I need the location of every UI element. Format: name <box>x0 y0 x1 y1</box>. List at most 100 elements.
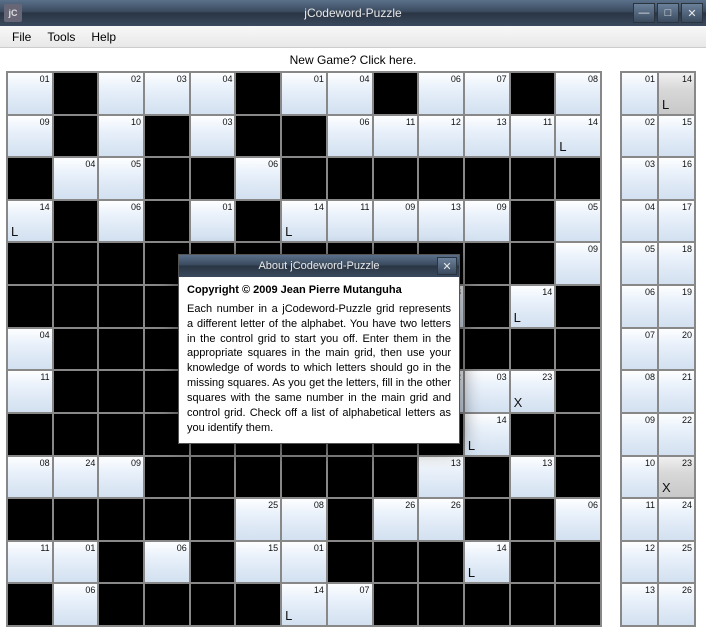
menu-help[interactable]: Help <box>83 28 124 46</box>
puzzle-cell[interactable]: 09 <box>555 242 601 285</box>
control-cell[interactable]: 01 <box>621 72 658 115</box>
puzzle-cell[interactable]: 06 <box>555 498 601 541</box>
puzzle-cell[interactable]: 06 <box>144 541 190 584</box>
puzzle-cell[interactable]: 06 <box>418 72 464 115</box>
menu-file[interactable]: File <box>4 28 39 46</box>
cell-letter: L <box>468 565 475 580</box>
puzzle-cell[interactable]: 01 <box>281 541 327 584</box>
puzzle-cell[interactable]: 13 <box>418 456 464 499</box>
control-cell[interactable]: 03 <box>621 157 658 200</box>
puzzle-cell[interactable]: 13 <box>510 456 556 499</box>
control-cell[interactable]: 25 <box>658 541 695 584</box>
puzzle-cell[interactable]: 11 <box>327 200 373 243</box>
puzzle-cell[interactable]: 09 <box>98 456 144 499</box>
control-cell[interactable]: 10 <box>621 456 658 499</box>
control-cell[interactable]: 15 <box>658 115 695 158</box>
puzzle-cell[interactable]: 23X <box>510 370 556 413</box>
black-cell <box>510 541 556 584</box>
puzzle-cell[interactable]: 13 <box>464 115 510 158</box>
control-cell[interactable]: 04 <box>621 200 658 243</box>
puzzle-cell[interactable]: 01 <box>281 72 327 115</box>
control-cell[interactable]: 14L <box>658 72 695 115</box>
black-cell <box>98 285 144 328</box>
puzzle-cell[interactable]: 08 <box>555 72 601 115</box>
puzzle-cell[interactable]: 09 <box>464 200 510 243</box>
control-cell[interactable]: 09 <box>621 413 658 456</box>
control-cell[interactable]: 18 <box>658 242 695 285</box>
puzzle-cell[interactable]: 14L <box>464 413 510 456</box>
puzzle-cell[interactable]: 25 <box>235 498 281 541</box>
puzzle-cell[interactable]: 06 <box>98 200 144 243</box>
cell-number: 05 <box>645 244 655 254</box>
menu-tools[interactable]: Tools <box>39 28 83 46</box>
close-button[interactable]: ✕ <box>681 3 703 23</box>
puzzle-cell[interactable]: 03 <box>190 115 236 158</box>
control-cell[interactable]: 06 <box>621 285 658 328</box>
cell-number: 01 <box>314 543 324 553</box>
puzzle-cell[interactable]: 05 <box>555 200 601 243</box>
control-cell[interactable]: 22 <box>658 413 695 456</box>
about-title: About jCodeword-Puzzle <box>258 260 379 272</box>
control-cell[interactable]: 16 <box>658 157 695 200</box>
puzzle-cell[interactable]: 11 <box>7 541 53 584</box>
puzzle-cell[interactable]: 01 <box>7 72 53 115</box>
puzzle-cell[interactable]: 04 <box>7 328 53 371</box>
puzzle-cell[interactable]: 14L <box>464 541 510 584</box>
puzzle-cell[interactable]: 04 <box>327 72 373 115</box>
control-cell[interactable]: 19 <box>658 285 695 328</box>
puzzle-cell[interactable]: 14L <box>7 200 53 243</box>
puzzle-cell[interactable]: 11 <box>510 115 556 158</box>
puzzle-cell[interactable]: 02 <box>98 72 144 115</box>
puzzle-cell[interactable]: 07 <box>464 72 510 115</box>
control-cell[interactable]: 23X <box>658 456 695 499</box>
puzzle-cell[interactable]: 11 <box>373 115 419 158</box>
control-cell[interactable]: 11 <box>621 498 658 541</box>
new-game-link[interactable]: New Game? Click here. <box>6 50 700 71</box>
puzzle-cell[interactable]: 14L <box>281 200 327 243</box>
puzzle-cell[interactable]: 04 <box>53 157 99 200</box>
puzzle-cell[interactable]: 06 <box>53 583 99 626</box>
puzzle-cell[interactable]: 14L <box>510 285 556 328</box>
puzzle-cell[interactable]: 05 <box>98 157 144 200</box>
puzzle-cell[interactable]: 14L <box>555 115 601 158</box>
puzzle-cell[interactable]: 01 <box>53 541 99 584</box>
puzzle-cell[interactable]: 06 <box>327 115 373 158</box>
control-cell[interactable]: 05 <box>621 242 658 285</box>
control-cell[interactable]: 13 <box>621 583 658 626</box>
puzzle-cell[interactable]: 12 <box>418 115 464 158</box>
puzzle-cell[interactable]: 07 <box>327 583 373 626</box>
black-cell <box>555 456 601 499</box>
control-cell[interactable]: 20 <box>658 328 695 371</box>
puzzle-cell[interactable]: 08 <box>281 498 327 541</box>
puzzle-cell[interactable]: 26 <box>418 498 464 541</box>
puzzle-cell[interactable]: 15 <box>235 541 281 584</box>
control-cell[interactable]: 02 <box>621 115 658 158</box>
puzzle-cell[interactable]: 14L <box>281 583 327 626</box>
minimize-button[interactable]: — <box>633 3 655 23</box>
black-cell <box>53 370 99 413</box>
puzzle-cell[interactable]: 09 <box>373 200 419 243</box>
maximize-button[interactable]: □ <box>657 3 679 23</box>
control-cell[interactable]: 17 <box>658 200 695 243</box>
control-cell[interactable]: 08 <box>621 370 658 413</box>
control-cell[interactable]: 21 <box>658 370 695 413</box>
cell-number: 12 <box>451 117 461 127</box>
puzzle-cell[interactable]: 13 <box>418 200 464 243</box>
control-cell[interactable]: 26 <box>658 583 695 626</box>
puzzle-cell[interactable]: 09 <box>7 115 53 158</box>
control-cell[interactable]: 24 <box>658 498 695 541</box>
control-cell[interactable]: 12 <box>621 541 658 584</box>
about-close-button[interactable]: ✕ <box>437 257 457 275</box>
puzzle-cell[interactable]: 03 <box>464 370 510 413</box>
cell-number: 15 <box>268 543 278 553</box>
puzzle-cell[interactable]: 06 <box>235 157 281 200</box>
puzzle-cell[interactable]: 24 <box>53 456 99 499</box>
control-cell[interactable]: 07 <box>621 328 658 371</box>
puzzle-cell[interactable]: 08 <box>7 456 53 499</box>
puzzle-cell[interactable]: 04 <box>190 72 236 115</box>
puzzle-cell[interactable]: 03 <box>144 72 190 115</box>
puzzle-cell[interactable]: 11 <box>7 370 53 413</box>
puzzle-cell[interactable]: 01 <box>190 200 236 243</box>
puzzle-cell[interactable]: 10 <box>98 115 144 158</box>
puzzle-cell[interactable]: 26 <box>373 498 419 541</box>
